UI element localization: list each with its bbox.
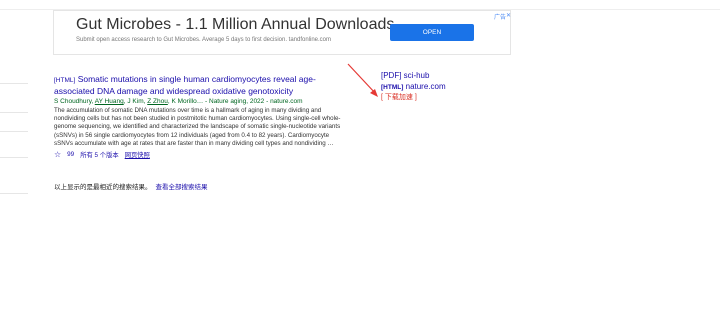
cite-button[interactable]: 99 bbox=[67, 151, 74, 158]
author-source: , K Morillo… - Nature aging, 2022 - natu… bbox=[167, 98, 303, 105]
author-link[interactable]: AY Huang bbox=[95, 98, 124, 105]
author-text: S Choudhury, bbox=[54, 98, 95, 105]
show-all-results-link[interactable]: 查看全部搜索结果 bbox=[156, 184, 208, 191]
ad-subtitle: Submit open access research to Gut Micro… bbox=[76, 37, 332, 43]
ad-title[interactable]: Gut Microbes - 1.1 Million Annual Downlo… bbox=[76, 16, 394, 34]
left-divider bbox=[0, 157, 28, 158]
ad-open-button[interactable]: OPEN bbox=[390, 24, 474, 41]
ad-banner[interactable]: Gut Microbes - 1.1 Million Annual Downlo… bbox=[53, 10, 511, 55]
html-site[interactable]: nature.com bbox=[403, 82, 446, 91]
html-tag: [HTML] bbox=[381, 84, 404, 91]
side-links: [PDF] sci-hub [HTML] nature.com [ 下载加速 ] bbox=[381, 70, 446, 103]
result-snippet: The accumulation of somatic DNA mutation… bbox=[54, 107, 341, 147]
pdf-scihub-link[interactable]: [PDF] sci-hub bbox=[381, 70, 446, 81]
star-icon[interactable]: ☆ bbox=[54, 150, 61, 159]
download-accelerate-link[interactable]: [ 下载加速 ] bbox=[381, 93, 446, 103]
result-actions: ☆ 99 所有 5 个版本 网页快照 bbox=[54, 150, 344, 159]
result-type-tag: [HTML] bbox=[54, 77, 76, 84]
versions-link[interactable]: 所有 5 个版本 bbox=[80, 150, 119, 159]
author-text: , J Kim, bbox=[123, 98, 148, 105]
results-note-text: 以上显示的是最相近的搜索结果。 bbox=[54, 184, 152, 191]
left-divider bbox=[0, 83, 28, 84]
result-title[interactable]: Somatic mutations in single human cardio… bbox=[54, 74, 316, 96]
left-divider bbox=[0, 131, 28, 132]
result-authors: S Choudhury, AY Huang, J Kim, Z Zhou, K … bbox=[54, 98, 344, 105]
close-icon[interactable]: ✕ bbox=[506, 12, 511, 19]
snapshot-link[interactable]: 网页快照 bbox=[125, 150, 150, 159]
search-result: [HTML] Somatic mutations in single human… bbox=[54, 74, 344, 159]
html-nature-link[interactable]: [HTML] nature.com bbox=[381, 81, 446, 93]
results-note: 以上显示的是最相近的搜索结果。 查看全部搜索结果 bbox=[54, 181, 208, 191]
result-title-link[interactable]: [HTML] Somatic mutations in single human… bbox=[54, 74, 344, 96]
left-divider bbox=[0, 112, 28, 113]
author-link[interactable]: Z Zhou bbox=[147, 98, 168, 105]
left-divider bbox=[0, 193, 28, 194]
ad-choices-label[interactable]: 广告 bbox=[494, 12, 506, 21]
red-arrow-icon bbox=[347, 63, 378, 97]
